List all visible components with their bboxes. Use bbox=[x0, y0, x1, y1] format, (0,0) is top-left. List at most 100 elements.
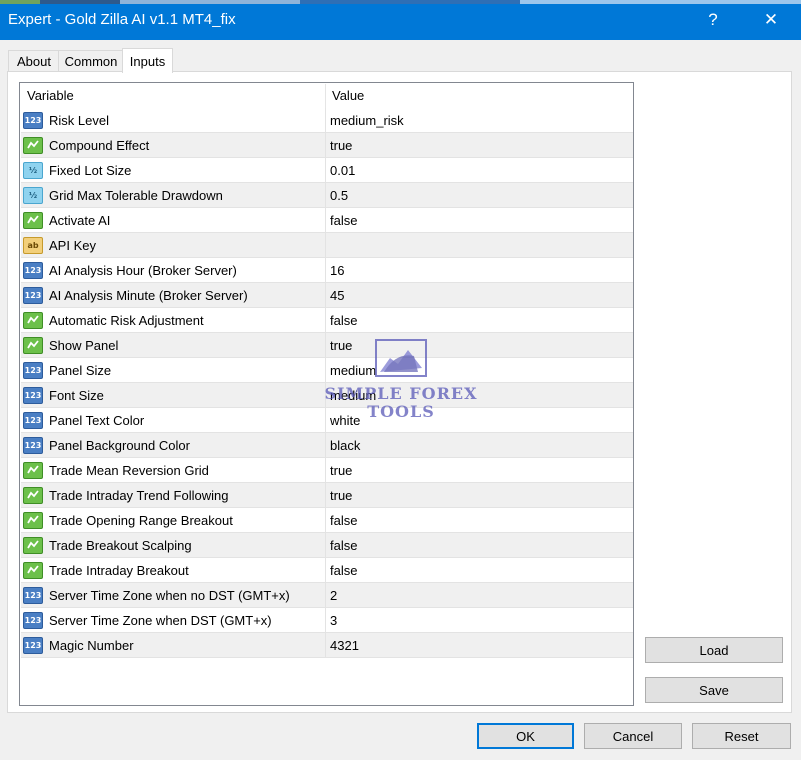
table-row[interactable]: Show Panel true bbox=[21, 333, 633, 358]
table-row[interactable]: Compound Effect true bbox=[21, 133, 633, 158]
value-cell[interactable]: 16 bbox=[326, 258, 633, 282]
value-cell[interactable]: 0.5 bbox=[326, 183, 633, 207]
variable-cell[interactable]: ½ Fixed Lot Size bbox=[21, 158, 326, 182]
table-row[interactable]: Trade Intraday Trend Following true bbox=[21, 483, 633, 508]
value-text: true bbox=[330, 462, 353, 478]
value-cell[interactable]: black bbox=[326, 433, 633, 457]
value-cell[interactable]: 3 bbox=[326, 608, 633, 632]
variable-cell[interactable]: Automatic Risk Adjustment bbox=[21, 308, 326, 332]
boolean-icon bbox=[23, 336, 43, 354]
value-cell[interactable]: 45 bbox=[326, 283, 633, 307]
variable-cell[interactable]: 123 Panel Text Color bbox=[21, 408, 326, 432]
value-cell[interactable]: white bbox=[326, 408, 633, 432]
value-text: 0.01 bbox=[330, 162, 356, 178]
variable-cell[interactable]: Trade Mean Reversion Grid bbox=[21, 458, 326, 482]
table-row[interactable]: 123 Magic Number 4321 bbox=[21, 633, 633, 658]
value-text: true bbox=[330, 137, 353, 153]
value-cell[interactable]: 2 bbox=[326, 583, 633, 607]
value-text: false bbox=[330, 512, 358, 528]
variable-cell[interactable]: Trade Breakout Scalping bbox=[21, 533, 326, 557]
variable-cell[interactable]: 123 Font Size bbox=[21, 383, 326, 407]
tab-inputs[interactable]: Inputs bbox=[122, 48, 173, 73]
value-cell[interactable]: true bbox=[326, 333, 633, 357]
table-row[interactable]: Trade Breakout Scalping false bbox=[21, 533, 633, 558]
table-row[interactable]: Trade Intraday Breakout false bbox=[21, 558, 633, 583]
value-cell[interactable]: 4321 bbox=[326, 633, 633, 657]
variable-cell[interactable]: ab API Key bbox=[21, 233, 326, 257]
table-row[interactable]: ½ Grid Max Tolerable Drawdown 0.5 bbox=[21, 183, 633, 208]
table-row[interactable]: 123 AI Analysis Minute (Broker Server) 45 bbox=[21, 283, 633, 308]
close-button[interactable]: ✕ bbox=[748, 0, 794, 40]
table-row[interactable]: 123 Risk Level medium_risk bbox=[21, 108, 633, 133]
column-header-value[interactable]: Value bbox=[326, 84, 633, 108]
variable-cell[interactable]: 123 AI Analysis Minute (Broker Server) bbox=[21, 283, 326, 307]
table-row[interactable]: 123 AI Analysis Hour (Broker Server) 16 bbox=[21, 258, 633, 283]
table-row[interactable]: Automatic Risk Adjustment false bbox=[21, 308, 633, 333]
value-cell[interactable]: true bbox=[326, 133, 633, 157]
variable-label: Server Time Zone when DST (GMT+x) bbox=[49, 612, 272, 628]
reset-button[interactable]: Reset bbox=[692, 723, 791, 749]
value-cell[interactable]: 0.01 bbox=[326, 158, 633, 182]
tab-common[interactable]: Common bbox=[58, 50, 124, 71]
table-row[interactable]: Trade Opening Range Breakout false bbox=[21, 508, 633, 533]
variable-cell[interactable]: Trade Intraday Trend Following bbox=[21, 483, 326, 507]
value-cell[interactable]: medium bbox=[326, 358, 633, 382]
value-cell[interactable] bbox=[326, 233, 633, 257]
double-icon: ½ bbox=[23, 161, 43, 179]
table-row[interactable]: Activate AI false bbox=[21, 208, 633, 233]
table-row[interactable]: Trade Mean Reversion Grid true bbox=[21, 458, 633, 483]
boolean-icon bbox=[23, 536, 43, 554]
variable-cell[interactable]: 123 Magic Number bbox=[21, 633, 326, 657]
save-button[interactable]: Save bbox=[645, 677, 783, 703]
load-button[interactable]: Load bbox=[645, 637, 783, 663]
value-cell[interactable]: medium bbox=[326, 383, 633, 407]
variable-cell[interactable]: Show Panel bbox=[21, 333, 326, 357]
column-header-variable[interactable]: Variable bbox=[21, 84, 326, 108]
variable-label: Trade Intraday Trend Following bbox=[49, 487, 229, 503]
integer-icon: 123 bbox=[23, 586, 43, 604]
table-row[interactable]: 123 Server Time Zone when DST (GMT+x) 3 bbox=[21, 608, 633, 633]
table-row[interactable]: 123 Server Time Zone when no DST (GMT+x) 2 bbox=[21, 583, 633, 608]
variable-cell[interactable]: Trade Intraday Breakout bbox=[21, 558, 326, 582]
variable-cell[interactable]: 123 Risk Level bbox=[21, 108, 326, 132]
variable-cell[interactable]: 123 AI Analysis Hour (Broker Server) bbox=[21, 258, 326, 282]
value-cell[interactable]: false bbox=[326, 308, 633, 332]
variable-cell[interactable]: 123 Panel Background Color bbox=[21, 433, 326, 457]
value-cell[interactable]: false bbox=[326, 558, 633, 582]
boolean-icon bbox=[23, 486, 43, 504]
help-button[interactable]: ? bbox=[690, 0, 736, 40]
inputs-table: Variable Value 123 Risk Level medium_risk C… bbox=[19, 82, 634, 706]
table-row[interactable]: ½ Fixed Lot Size 0.01 bbox=[21, 158, 633, 183]
table-row[interactable]: ab API Key bbox=[21, 233, 633, 258]
table-row[interactable]: 123 Panel Text Color white bbox=[21, 408, 633, 433]
ok-button[interactable]: OK bbox=[477, 723, 574, 749]
table-row[interactable]: 123 Panel Size medium bbox=[21, 358, 633, 383]
cancel-button[interactable]: Cancel bbox=[584, 723, 682, 749]
value-text: false bbox=[330, 537, 358, 553]
value-cell[interactable]: false bbox=[326, 533, 633, 557]
value-cell[interactable]: false bbox=[326, 208, 633, 232]
variable-cell[interactable]: ½ Grid Max Tolerable Drawdown bbox=[21, 183, 326, 207]
variable-label: Automatic Risk Adjustment bbox=[49, 312, 204, 328]
value-cell[interactable]: true bbox=[326, 458, 633, 482]
variable-label: AI Analysis Minute (Broker Server) bbox=[49, 287, 248, 303]
table-row[interactable]: 123 Font Size medium bbox=[21, 383, 633, 408]
variable-cell[interactable]: 123 Panel Size bbox=[21, 358, 326, 382]
table-header: Variable Value bbox=[21, 84, 633, 108]
value-text: false bbox=[330, 562, 358, 578]
variable-label: Trade Mean Reversion Grid bbox=[49, 462, 209, 478]
variable-cell[interactable]: 123 Server Time Zone when no DST (GMT+x) bbox=[21, 583, 326, 607]
variable-cell[interactable]: 123 Server Time Zone when DST (GMT+x) bbox=[21, 608, 326, 632]
integer-icon: 123 bbox=[23, 611, 43, 629]
variable-cell[interactable]: Trade Opening Range Breakout bbox=[21, 508, 326, 532]
table-row[interactable]: 123 Panel Background Color black bbox=[21, 433, 633, 458]
integer-icon: 123 bbox=[23, 386, 43, 404]
variable-label: Server Time Zone when no DST (GMT+x) bbox=[49, 587, 290, 603]
variable-cell[interactable]: Activate AI bbox=[21, 208, 326, 232]
variable-label: API Key bbox=[49, 237, 96, 253]
value-cell[interactable]: false bbox=[326, 508, 633, 532]
variable-cell[interactable]: Compound Effect bbox=[21, 133, 326, 157]
value-cell[interactable]: true bbox=[326, 483, 633, 507]
value-cell[interactable]: medium_risk bbox=[326, 108, 633, 132]
tab-about[interactable]: About bbox=[8, 50, 60, 71]
